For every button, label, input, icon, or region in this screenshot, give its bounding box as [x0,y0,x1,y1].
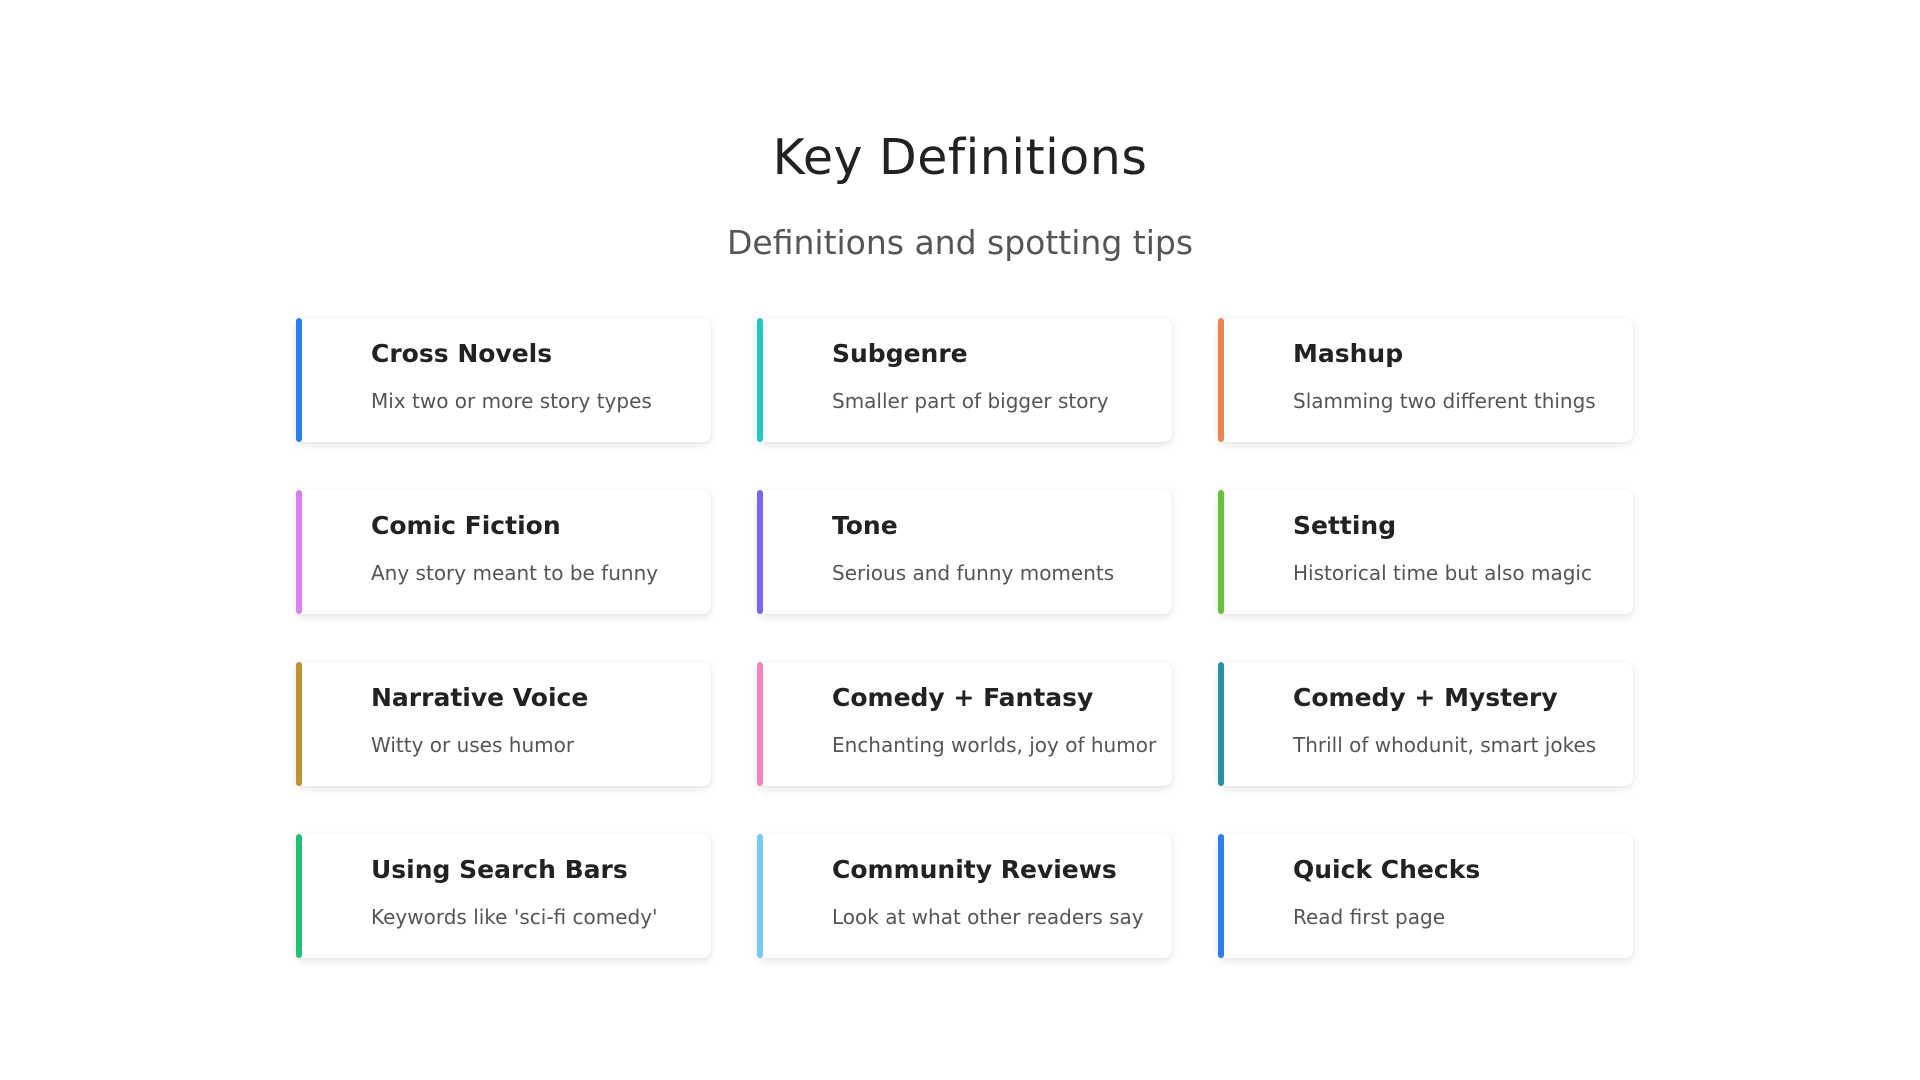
definitions-grid: Cross Novels Mix two or more story types… [296,318,1633,958]
card-accent-bar [757,490,763,614]
definition-card-comedy-mystery: Comedy + Mystery Thrill of whodunit, sma… [1218,662,1633,786]
card-accent-bar [296,318,302,442]
card-title: Setting [1293,511,1397,540]
definition-card-community-reviews: Community Reviews Look at what other rea… [757,834,1172,958]
card-description: Keywords like 'sci-fi comedy' [371,905,658,929]
card-title: Quick Checks [1293,855,1481,884]
card-title: Using Search Bars [371,855,628,884]
definition-card-tone: Tone Serious and funny moments [757,490,1172,614]
card-accent-bar [757,834,763,958]
card-description: Read first page [1293,905,1446,929]
card-title: Comedy + Fantasy [832,683,1094,712]
card-accent-bar [296,490,302,614]
card-description: Historical time but also magic [1293,561,1592,585]
definition-card-mashup: Mashup Slamming two different things [1218,318,1633,442]
card-accent-bar [1218,490,1224,614]
card-description: Look at what other readers say [832,905,1144,929]
definition-card-comic-fiction: Comic Fiction Any story meant to be funn… [296,490,711,614]
definition-card-using-search-bars: Using Search Bars Keywords like 'sci-fi … [296,834,711,958]
card-description: Slamming two different things [1293,389,1596,413]
card-title: Comedy + Mystery [1293,683,1558,712]
page-subtitle: Definitions and spotting tips [726,223,1194,262]
card-description: Smaller part of bigger story [832,389,1109,413]
definition-card-setting: Setting Historical time but also magic [1218,490,1633,614]
card-accent-bar [1218,834,1224,958]
card-description: Enchanting worlds, joy of humor [832,733,1157,757]
definition-card-quick-checks: Quick Checks Read first page [1218,834,1633,958]
card-title: Community Reviews [832,855,1117,884]
card-title: Narrative Voice [371,683,589,712]
card-accent-bar [757,662,763,786]
card-description: Serious and funny moments [832,561,1115,585]
definition-card-cross-novels: Cross Novels Mix two or more story types [296,318,711,442]
card-description: Witty or uses humor [371,733,575,757]
card-title: Subgenre [832,339,968,368]
slide: Key Definitions Definitions and spotting… [0,0,1920,1080]
card-title: Mashup [1293,339,1404,368]
definition-card-narrative-voice: Narrative Voice Witty or uses humor [296,662,711,786]
card-accent-bar [296,662,302,786]
card-description: Mix two or more story types [371,389,652,413]
definition-card-subgenre: Subgenre Smaller part of bigger story [757,318,1172,442]
card-accent-bar [1218,318,1224,442]
page-title: Key Definitions [772,129,1148,186]
card-title: Cross Novels [371,339,553,368]
card-accent-bar [1218,662,1224,786]
card-description: Any story meant to be funny [371,561,659,585]
card-accent-bar [296,834,302,958]
card-accent-bar [757,318,763,442]
card-description: Thrill of whodunit, smart jokes [1293,733,1597,757]
definition-card-comedy-fantasy: Comedy + Fantasy Enchanting worlds, joy … [757,662,1172,786]
card-title: Tone [832,511,898,540]
card-title: Comic Fiction [371,511,561,540]
